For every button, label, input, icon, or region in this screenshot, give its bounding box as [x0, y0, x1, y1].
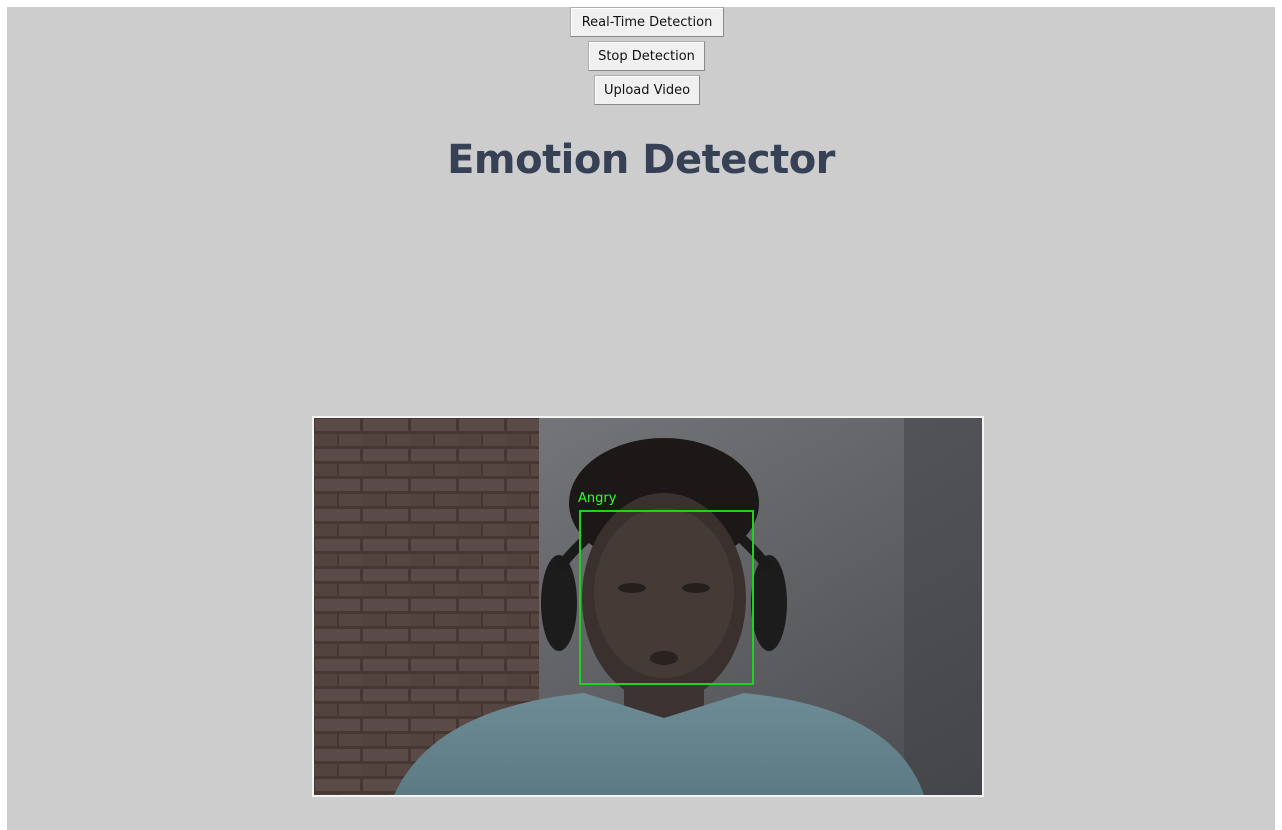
real-time-detection-button[interactable]: Real-Time Detection — [570, 7, 724, 37]
video-feed: Angry — [312, 416, 984, 797]
face-detection-box — [579, 510, 754, 685]
upload-video-button[interactable]: Upload Video — [594, 75, 700, 105]
emotion-label: Angry — [578, 491, 617, 506]
page-title: Emotion Detector — [447, 137, 835, 183]
stop-detection-button[interactable]: Stop Detection — [588, 41, 705, 71]
app-window: Real-Time Detection Stop Detection Uploa… — [7, 7, 1275, 830]
